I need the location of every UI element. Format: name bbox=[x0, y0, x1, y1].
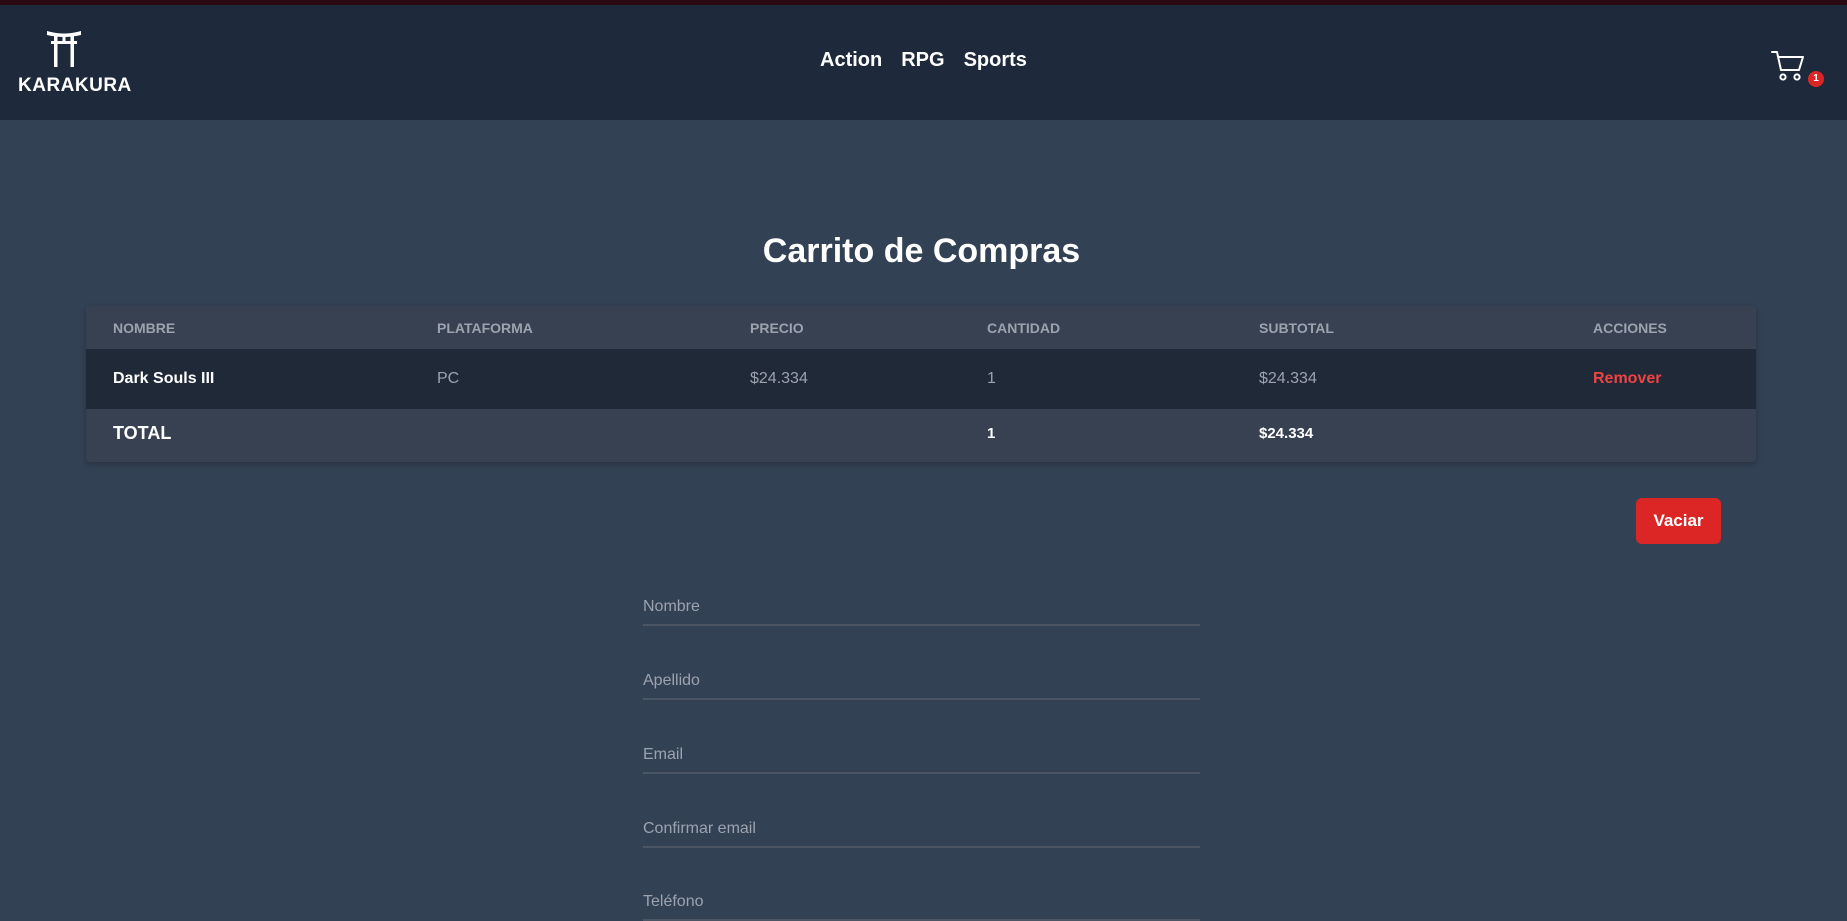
column-header-acciones: ACCIONES bbox=[1593, 320, 1667, 336]
brand-name: KARAKURA bbox=[18, 75, 132, 96]
main-nav: Action RPG Sports bbox=[820, 49, 1027, 79]
remove-item-button[interactable]: Remover bbox=[1593, 370, 1661, 388]
column-header-subtotal: SUBTOTAL bbox=[1259, 320, 1334, 336]
total-label: TOTAL bbox=[113, 423, 172, 443]
item-subtotal: $24.334 bbox=[1259, 370, 1317, 387]
torii-gate-icon bbox=[47, 31, 81, 67]
first-name-field[interactable] bbox=[643, 590, 1200, 626]
table-total-row: TOTAL 1 $24.334 bbox=[86, 409, 1756, 462]
nav-item-sports[interactable]: Sports bbox=[964, 49, 1027, 79]
column-header-cantidad: CANTIDAD bbox=[987, 320, 1061, 336]
last-name-field[interactable] bbox=[643, 664, 1200, 700]
phone-field[interactable] bbox=[643, 885, 1200, 921]
email-field[interactable] bbox=[643, 738, 1200, 774]
confirm-email-field[interactable] bbox=[643, 812, 1200, 848]
page-title: Carrito de Compras bbox=[762, 232, 1081, 270]
empty-cart-button[interactable]: Vaciar bbox=[1636, 498, 1721, 544]
table-header-row: NOMBRE PLATAFORMA PRECIO CANTIDAD SUBTOT… bbox=[86, 306, 1756, 349]
item-name: Dark Souls III bbox=[113, 370, 215, 387]
cart-count-badge: 1 bbox=[1808, 71, 1824, 87]
column-header-precio: PRECIO bbox=[750, 320, 804, 336]
site-header: KARAKURA Action RPG Sports 1 bbox=[0, 5, 1847, 120]
total-quantity: 1 bbox=[987, 425, 996, 442]
total-amount: $24.334 bbox=[1259, 425, 1314, 442]
brand-logo[interactable]: KARAKURA bbox=[18, 27, 132, 107]
column-header-nombre: NOMBRE bbox=[113, 320, 176, 336]
item-price: $24.334 bbox=[750, 370, 808, 387]
column-header-plataforma: PLATAFORMA bbox=[437, 320, 533, 336]
table-row: Dark Souls III PC $24.334 1 $24.334 Remo… bbox=[86, 349, 1756, 409]
cart-button[interactable]: 1 bbox=[1770, 48, 1824, 92]
item-quantity: 1 bbox=[987, 370, 996, 387]
item-platform: PC bbox=[437, 370, 460, 387]
nav-item-rpg[interactable]: RPG bbox=[901, 49, 944, 79]
nav-item-action[interactable]: Action bbox=[820, 49, 882, 79]
shopping-cart-icon bbox=[1771, 51, 1804, 81]
cart-table: NOMBRE PLATAFORMA PRECIO CANTIDAD SUBTOT… bbox=[86, 306, 1756, 462]
